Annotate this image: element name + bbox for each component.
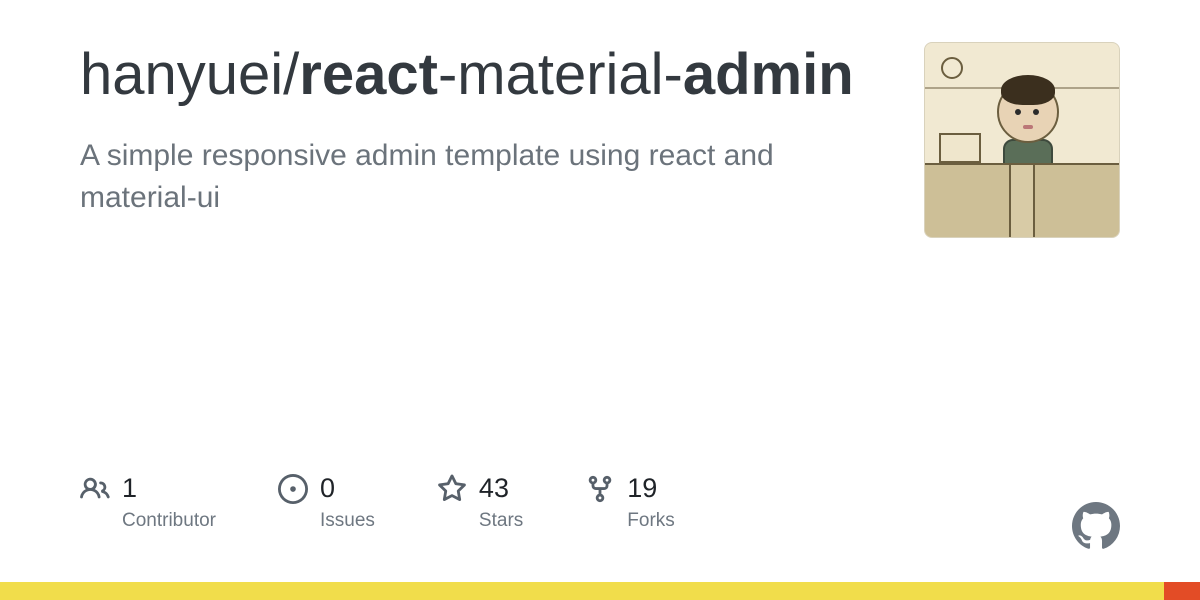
repo-title: hanyuei/react-material-admin — [80, 42, 860, 109]
stat-count: 0 — [320, 473, 335, 504]
stat-count: 43 — [479, 473, 509, 504]
fork-icon — [585, 474, 615, 504]
people-icon — [80, 474, 110, 504]
stat-count: 1 — [122, 473, 137, 504]
path-separator: / — [283, 42, 299, 107]
language-segment-primary — [0, 582, 1164, 600]
github-logo-icon[interactable] — [1072, 502, 1120, 550]
stat-issues[interactable]: 0 Issues — [278, 473, 375, 532]
language-segment-accent — [1164, 582, 1200, 600]
stat-contributors[interactable]: 1 Contributor — [80, 473, 216, 532]
stat-label: Stars — [479, 510, 523, 532]
stat-forks[interactable]: 19 Forks — [585, 473, 675, 532]
repo-owner[interactable]: hanyuei — [80, 42, 283, 107]
repo-name-part-1[interactable]: react — [299, 42, 438, 107]
star-icon — [437, 474, 467, 504]
issue-icon — [278, 474, 308, 504]
stats-row: 1 Contributor 0 Issues 43 Stars 19 Forks — [80, 473, 675, 532]
repo-name-part-2[interactable]: -material- — [438, 42, 683, 107]
stat-label: Issues — [320, 510, 375, 532]
language-bar — [0, 582, 1200, 600]
repo-description: A simple responsive admin template using… — [80, 135, 780, 219]
avatar[interactable] — [924, 42, 1120, 238]
stat-count: 19 — [627, 473, 657, 504]
stat-label: Contributor — [122, 510, 216, 532]
stat-label: Forks — [627, 510, 675, 532]
repo-name-part-3[interactable]: admin — [683, 42, 854, 107]
stat-stars[interactable]: 43 Stars — [437, 473, 523, 532]
